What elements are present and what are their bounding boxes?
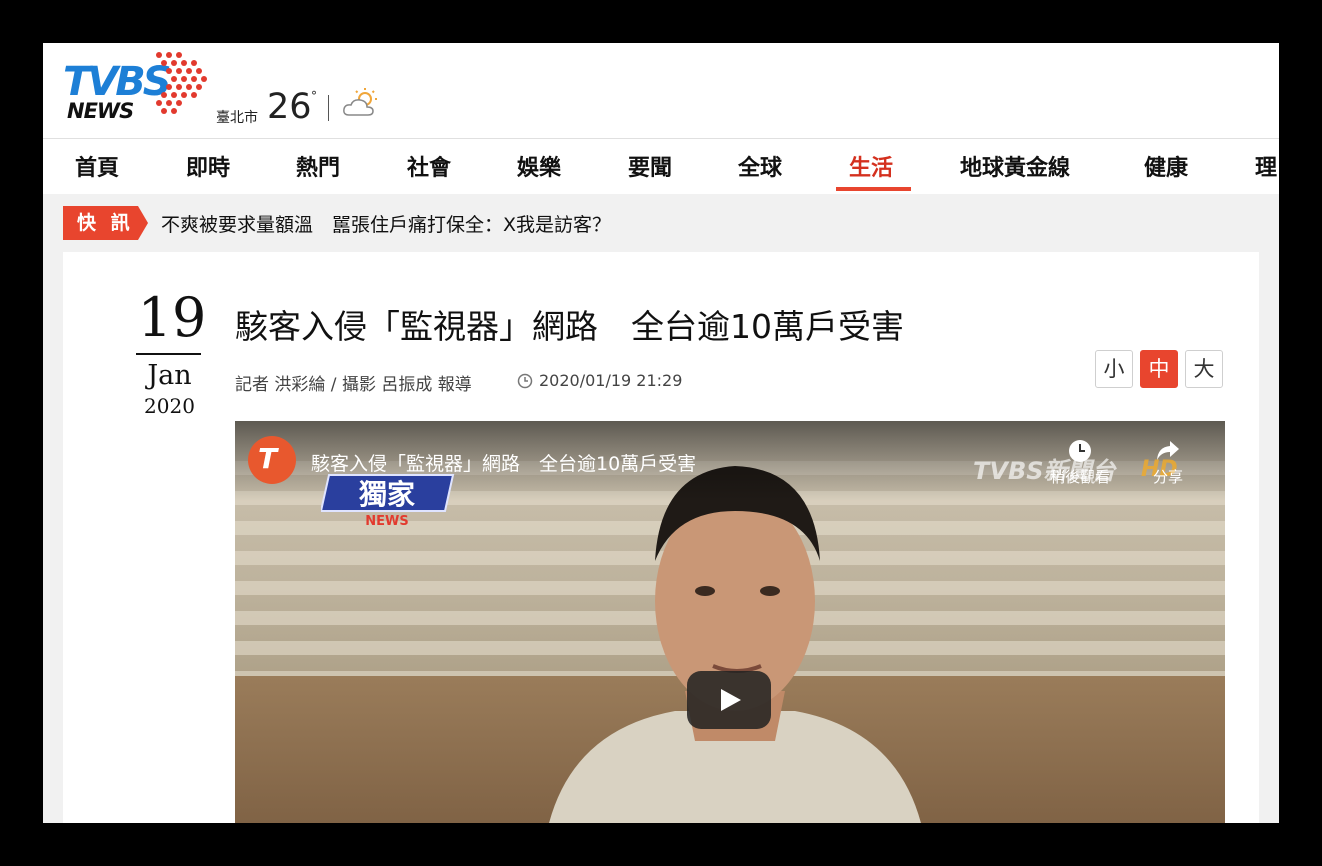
channel-avatar[interactable]: T [248,436,296,484]
share-label: 分享 [1152,468,1183,486]
exclusive-badge-sub-text: NEWS [365,514,408,529]
font-size-large-button[interactable]: 大 [1185,350,1223,388]
channel-avatar-letter: T [258,442,278,475]
video-player[interactable]: T 駭客入侵「監視器」網路 全台逾10萬戶受害 獨家 NEWS TVBS新聞台 … [235,421,1225,823]
nav-item-realtime[interactable]: 即時 [186,150,230,182]
share-arrow-icon [1157,441,1179,460]
partly-cloudy-icon [343,88,377,116]
nav-item-global[interactable]: 全球 [738,150,782,182]
tvbs-news-logo[interactable]: TVBS NEWS [63,47,213,131]
exclusive-news-badge: 獨家 NEWS [321,474,455,529]
play-icon [721,689,741,711]
weather-degree: ° [311,89,317,103]
font-size-medium-button[interactable]: 中 [1140,350,1178,388]
nav-item-popular[interactable]: 熱門 [296,150,340,182]
weather-divider [328,95,329,121]
watch-later-label: 稍後觀看 [1049,468,1110,486]
nav-active-underline [836,187,911,191]
article-card: 19 Jan 2020 駭客入侵「監視器」網路 全台逾10萬戶受害 記者 洪彩綸… [63,252,1259,823]
article-date-year: 2020 [144,394,195,418]
browser-window: TVBS NEWS 臺北市 26 ° 首頁 即時 熱門 社會 娛樂 要聞 全球 … [43,43,1279,823]
nav-item-health[interactable]: 健康 [1144,150,1188,182]
nav-item-society[interactable]: 社會 [407,150,451,182]
weather-temperature: 26 [267,87,312,127]
exclusive-badge-main-text: 獨家 [359,478,415,511]
article-date-month: Jan [147,360,192,391]
site-header: TVBS NEWS 臺北市 26 ° [43,43,1279,138]
breaking-news-link[interactable]: 不爽被要求量額溫 嚚張住戶痛打保全：X我是訪客？ [161,210,611,237]
article-byline: 記者 洪彩綸 / 攝影 呂振成 報導 [235,375,472,395]
logo-news-text: NEWS [67,99,134,123]
date-divider [136,353,201,355]
clock-icon [1069,440,1091,462]
watch-later-button[interactable]: 稍後觀看 [1043,438,1117,487]
nav-item-headlines[interactable]: 要聞 [628,150,672,182]
nav-item-finance[interactable]: 理 [1255,150,1277,182]
article-date-day: 19 [137,286,207,349]
breaking-news-badge-arrow [138,206,148,240]
weather-city: 臺北市 [216,110,258,126]
clock-icon [517,373,533,389]
font-size-small-button[interactable]: 小 [1095,350,1133,388]
play-button[interactable] [687,671,771,729]
nav-item-golden-line[interactable]: 地球黃金線 [960,150,1070,182]
nav-item-entertainment[interactable]: 娛樂 [517,150,561,182]
nav-item-home[interactable]: 首頁 [75,150,119,182]
article-headline: 駭客入侵「監視器」網路 全台逾10萬戶受害 [235,307,904,346]
share-button[interactable]: 分享 [1143,438,1193,487]
main-nav: 首頁 即時 熱門 社會 娛樂 要聞 全球 生活 地球黃金線 健康 理 [43,138,1279,194]
breaking-news-badge: 快 訊 [63,206,138,240]
article-timestamp: 2020/01/19 21:29 [539,371,683,390]
nav-item-life[interactable]: 生活 [849,150,893,182]
